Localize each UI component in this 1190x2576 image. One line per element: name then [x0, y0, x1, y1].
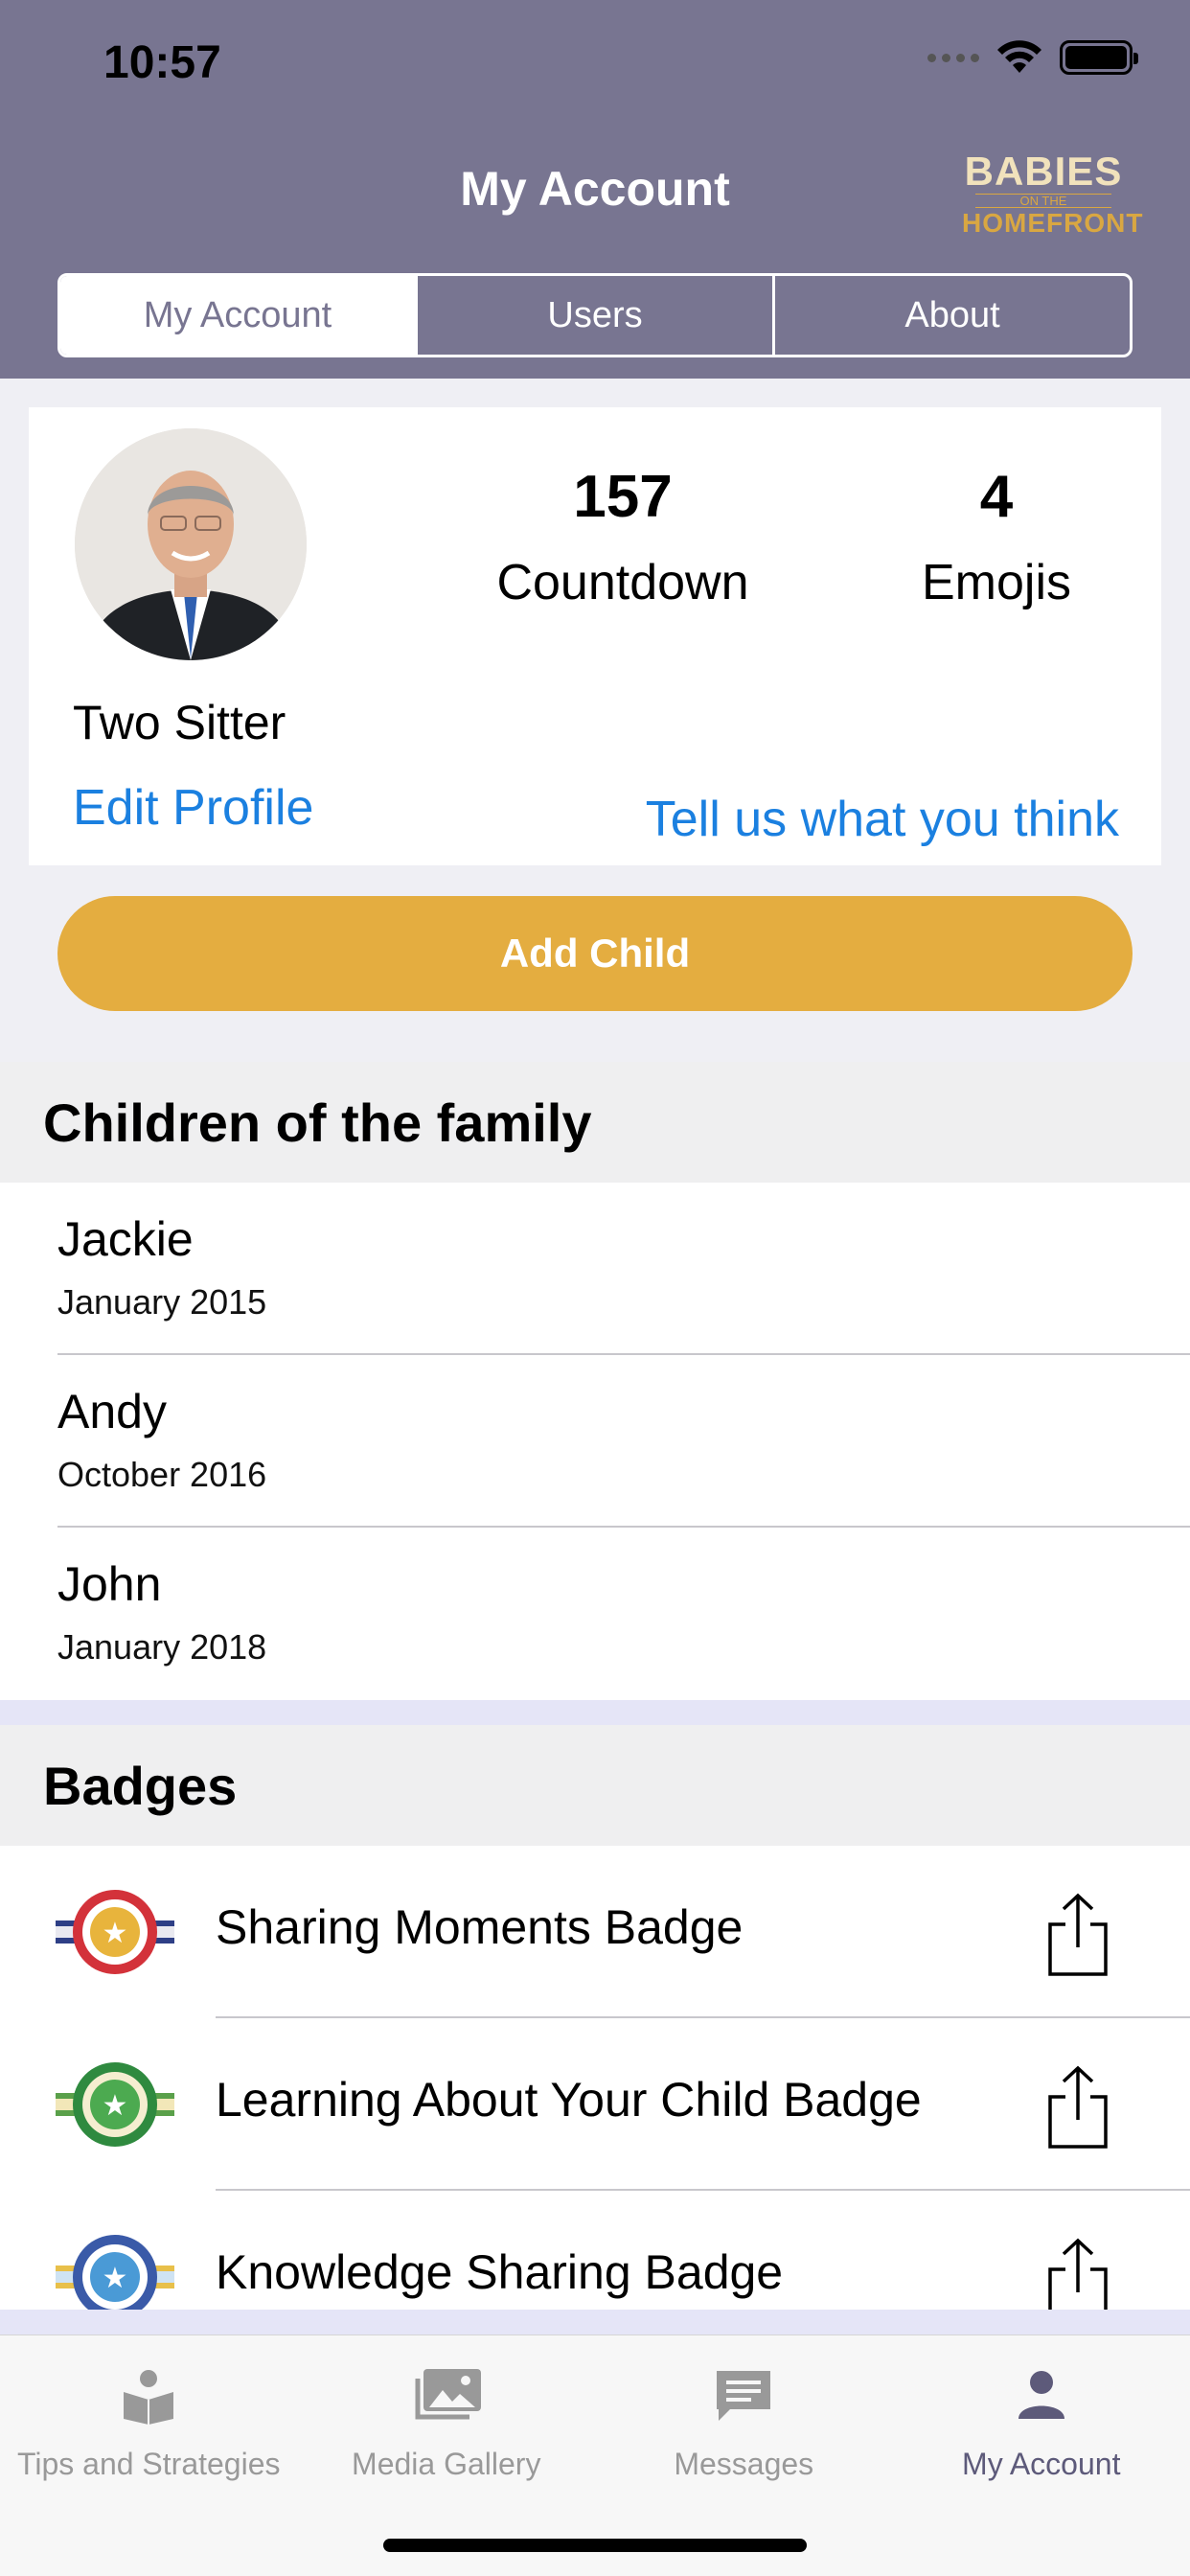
- person-icon: [1003, 2362, 1080, 2429]
- profile-name: Two Sitter: [73, 696, 286, 749]
- child-name: John: [57, 1557, 162, 1611]
- share-icon[interactable]: [1044, 2237, 1111, 2310]
- emojis-value: 4: [979, 464, 1014, 530]
- children-list: Jackie January 2015 Andy October 2016 Jo…: [0, 1183, 1190, 1700]
- children-section-title: Children of the family: [0, 1062, 1190, 1183]
- segmented-control: My Account Users About: [57, 273, 1133, 357]
- status-time: 10:57: [103, 37, 221, 88]
- feedback-link[interactable]: Tell us what you think: [646, 791, 1119, 848]
- badge-name: Knowledge Sharing Badge: [216, 2245, 784, 2299]
- book-icon: [110, 2362, 187, 2429]
- svg-text:★: ★: [103, 2262, 128, 2295]
- tab-label: Messages: [674, 2447, 814, 2481]
- edit-profile-link[interactable]: Edit Profile: [73, 779, 313, 837]
- wifi-icon: [996, 40, 1042, 75]
- battery-icon: [1060, 40, 1138, 75]
- list-item[interactable]: John January 2018: [0, 1528, 1190, 1700]
- countdown-label: Countdown: [496, 555, 749, 610]
- badges-section-title: Badges: [0, 1725, 1190, 1846]
- child-date: January 2018: [57, 1627, 267, 1667]
- child-date: October 2016: [57, 1455, 267, 1494]
- badge-red-icon: ★: [56, 1884, 174, 1980]
- avatar[interactable]: [75, 428, 307, 660]
- segment-users[interactable]: Users: [415, 276, 772, 355]
- navigation-header: 10:57 My Account BABIES ON THE HOMEFRONT…: [0, 0, 1190, 379]
- babies-homefront-logo: BABIES ON THE HOMEFRONT: [962, 149, 1144, 238]
- emojis-label: Emojis: [921, 555, 1072, 610]
- child-name: Jackie: [57, 1212, 194, 1266]
- list-item[interactable]: ★ Learning About Your Child Badge: [0, 2018, 1190, 2191]
- message-icon: [705, 2362, 782, 2429]
- profile-card: Two Sitter Edit Profile 157 Countdown 4 …: [29, 407, 1161, 865]
- tab-label: My Account: [962, 2447, 1121, 2481]
- list-item[interactable]: Andy October 2016: [0, 1355, 1190, 1528]
- share-icon[interactable]: [1044, 1892, 1111, 1978]
- segment-my-account[interactable]: My Account: [60, 276, 415, 355]
- tab-label: Media Gallery: [352, 2447, 541, 2481]
- status-icons: [927, 40, 1138, 75]
- tab-my-account[interactable]: My Account: [893, 2335, 1190, 2576]
- svg-text:★: ★: [103, 2089, 128, 2123]
- emojis-stat: 4 Emojis: [843, 463, 1150, 611]
- photos-icon: [408, 2362, 485, 2429]
- badge-blue-icon: ★: [56, 2229, 174, 2310]
- badge-name: Sharing Moments Badge: [216, 1900, 744, 1954]
- signal-icon: [927, 53, 979, 62]
- share-icon[interactable]: [1044, 2064, 1111, 2150]
- badge-name: Learning About Your Child Badge: [216, 2073, 922, 2127]
- home-indicator: [383, 2539, 807, 2552]
- child-name: Andy: [57, 1385, 167, 1438]
- badge-green-icon: ★: [56, 2057, 174, 2152]
- add-child-button[interactable]: Add Child: [57, 896, 1133, 1011]
- child-date: January 2015: [57, 1282, 267, 1322]
- segment-about[interactable]: About: [772, 276, 1130, 355]
- countdown-stat: 157 Countdown: [431, 463, 814, 611]
- section-separator: [0, 2310, 1190, 2334]
- badges-list: ★ Sharing Moments Badge ★ Learning About…: [0, 1846, 1190, 2310]
- section-separator: [0, 1700, 1190, 1725]
- list-item[interactable]: ★ Sharing Moments Badge: [0, 1846, 1190, 2018]
- countdown-value: 157: [573, 464, 673, 530]
- svg-text:★: ★: [103, 1917, 128, 1950]
- list-item[interactable]: ★ Knowledge Sharing Badge: [0, 2191, 1190, 2310]
- tab-label: Tips and Strategies: [16, 2447, 281, 2481]
- list-item[interactable]: Jackie January 2015: [0, 1183, 1190, 1355]
- tab-tips-and-strategies[interactable]: Tips and Strategies: [0, 2335, 298, 2576]
